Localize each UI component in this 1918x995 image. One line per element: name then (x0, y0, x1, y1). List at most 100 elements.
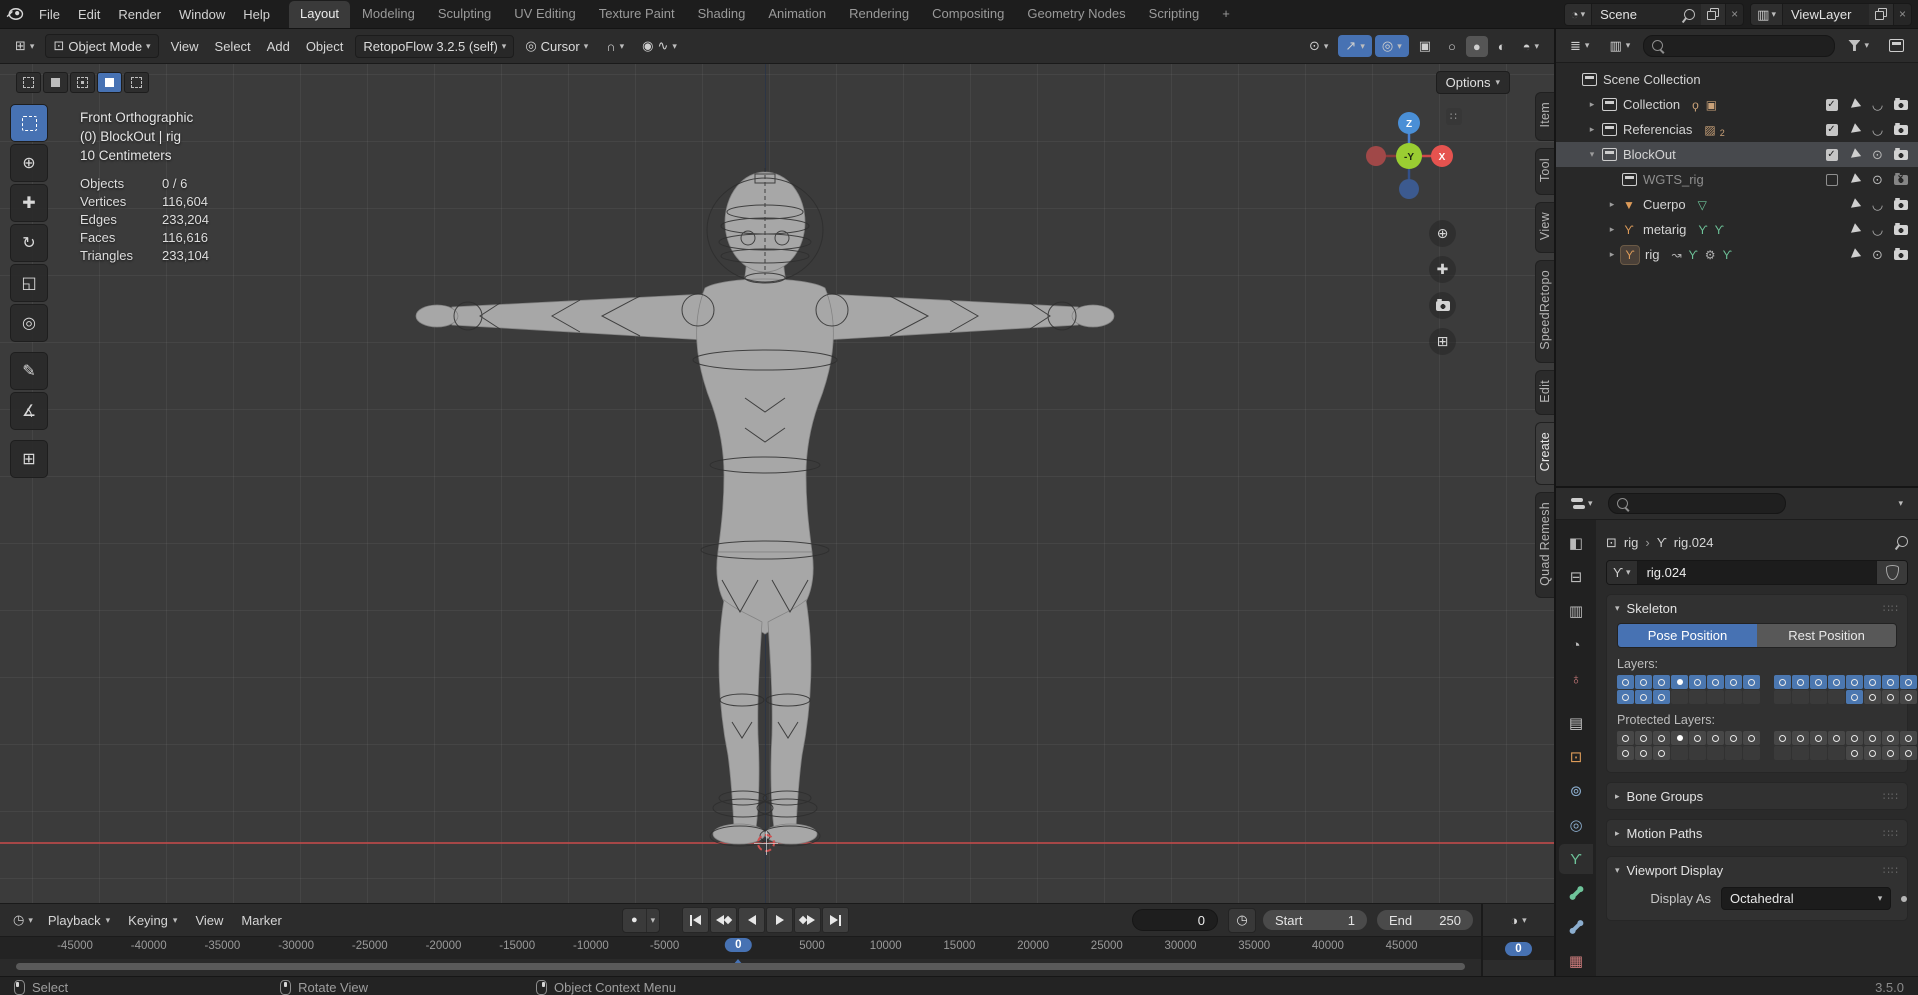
menu-window[interactable]: Window (170, 7, 234, 22)
layer-cell[interactable] (1689, 746, 1706, 760)
viewport-menu-add[interactable]: Add (259, 36, 298, 57)
tool-rotate[interactable]: ↻ (10, 224, 48, 262)
workspace-tab-animation[interactable]: Animation (757, 1, 837, 28)
properties-tab-scene[interactable]: ◔ (1559, 630, 1593, 660)
pin-id-button[interactable] (1894, 533, 1911, 550)
panel-grip-icon[interactable]: ∷∷ (1883, 827, 1899, 840)
scene-browse-button[interactable]: ◔ ▾ (1564, 3, 1593, 25)
layer-cell[interactable] (1810, 675, 1827, 689)
toggle-pointer[interactable] (1843, 122, 1866, 137)
datablock-name-field[interactable]: rig.024 (1637, 561, 1876, 584)
layer-cell[interactable] (1828, 746, 1845, 760)
viewport-display-header[interactable]: ▾ Viewport Display ∷∷ (1607, 857, 1907, 883)
shading-rendered-button[interactable]: ◓ ▾ (1516, 36, 1546, 57)
ruler-tick[interactable]: 20000 (1017, 940, 1049, 952)
layer-cell[interactable] (1846, 690, 1863, 704)
add-workspace-button[interactable]: + (1211, 1, 1241, 28)
workspace-tab-modeling[interactable]: Modeling (351, 1, 426, 28)
toggle-pointer[interactable] (1843, 222, 1866, 237)
layer-cell[interactable] (1671, 690, 1688, 704)
play-button[interactable] (766, 907, 793, 933)
layer-cell[interactable] (1635, 731, 1652, 745)
ruler-tick[interactable]: -15000 (499, 940, 535, 952)
select-mode-invert[interactable] (97, 72, 122, 93)
properties-tab-collection[interactable]: ▤ (1559, 708, 1593, 738)
breadcrumb-object[interactable]: rig (1624, 535, 1638, 550)
layer-cell[interactable] (1792, 690, 1809, 704)
viewlayer-name[interactable]: ViewLayer (1783, 7, 1869, 22)
toggle-pointer[interactable] (1843, 97, 1866, 112)
axis-neg-x[interactable] (1366, 146, 1386, 166)
layer-cell[interactable] (1707, 675, 1724, 689)
layer-cell[interactable] (1900, 675, 1917, 689)
toggle-camera[interactable] (1889, 197, 1912, 210)
workspace-tab-layout[interactable]: Layout (289, 1, 351, 28)
toggle-pointer[interactable] (1843, 147, 1866, 162)
ruler-tick[interactable]: 45000 (1386, 940, 1418, 952)
workspace-tab-geometry-nodes[interactable]: Geometry Nodes (1016, 1, 1136, 28)
navigation-gizmo[interactable]: Z X -Y (1363, 110, 1455, 202)
retopoflow-dropdown[interactable]: RetopoFlow 3.2.5 (self) ▾ (355, 34, 515, 58)
shading-wireframe-button[interactable]: ○ (1441, 36, 1463, 57)
ruler-tick[interactable]: 15000 (943, 940, 975, 952)
layer-cell[interactable] (1653, 746, 1670, 760)
expand-toggle-icon[interactable]: ▸ (1604, 249, 1620, 260)
outliner-display-mode-dropdown[interactable]: ▥ ▾ (1602, 35, 1637, 57)
toggle-camera[interactable] (1889, 147, 1912, 160)
ruler-tick[interactable]: 5000 (799, 940, 825, 952)
jump-to-end-button[interactable] (822, 907, 849, 933)
layer-cell[interactable] (1810, 746, 1827, 760)
properties-tab-object-data[interactable]: ϒ (1559, 844, 1593, 874)
outliner-row-rig[interactable]: ▸ ϒrig ↝ ϒ ⚙ ϒ ⊙ (1556, 242, 1918, 267)
sidebar-tab-tool[interactable]: Tool (1535, 147, 1554, 195)
layer-cell[interactable] (1846, 675, 1863, 689)
layer-cell[interactable] (1707, 690, 1724, 704)
remove-viewlayer-button[interactable]: × (1894, 7, 1911, 21)
layer-cell[interactable] (1828, 675, 1845, 689)
sidebar-tab-speedretopo[interactable]: SpeedRetopo (1535, 259, 1554, 363)
layer-cell[interactable] (1635, 690, 1652, 704)
toggle-eye-open[interactable]: ⊙ (1866, 172, 1889, 188)
properties-tab-object-constraints[interactable]: ◎ (1559, 810, 1593, 840)
expand-toggle-icon[interactable]: ▸ (1604, 199, 1620, 210)
ruler-tick[interactable]: -5000 (650, 940, 679, 952)
panel-header[interactable]: ▸ Motion Paths ∷∷ (1607, 820, 1907, 846)
layer-cell[interactable] (1900, 746, 1917, 760)
layer-cell[interactable] (1828, 731, 1845, 745)
tool-measure[interactable]: ∡ (10, 392, 48, 430)
ruler-tick[interactable]: -30000 (278, 940, 314, 952)
keying-settings-dropdown[interactable]: ▾ (645, 908, 660, 932)
workspace-tab-scripting[interactable]: Scripting (1138, 1, 1211, 28)
outliner-editor-type-button[interactable]: ≣ ▾ (1563, 35, 1596, 57)
ruler-tick[interactable]: -45000 (57, 940, 93, 952)
toggle-check[interactable]: ✓ (1820, 98, 1843, 111)
layer-cell[interactable] (1689, 675, 1706, 689)
menu-file[interactable]: File (30, 7, 69, 22)
layer-cell[interactable] (1882, 746, 1899, 760)
toggle-eye-closed[interactable]: ◡ (1866, 197, 1889, 213)
panel-grip-icon[interactable]: ∷∷ (1883, 602, 1899, 615)
options-dropdown[interactable]: Options ▾ (1435, 71, 1510, 94)
toggle-eye-closed[interactable]: ◡ (1866, 122, 1889, 138)
viewport-menu-select[interactable]: Select (207, 36, 259, 57)
layer-cell[interactable] (1671, 731, 1688, 745)
layer-cell[interactable] (1743, 675, 1760, 689)
properties-tab-texture[interactable]: ▦ (1559, 946, 1593, 976)
ruler-tick[interactable]: -25000 (352, 940, 388, 952)
frame-start-field[interactable]: Start 1 (1262, 909, 1368, 931)
layer-cell[interactable] (1617, 731, 1634, 745)
properties-tab-world[interactable]: ♁ (1559, 664, 1593, 694)
camera-view-button[interactable] (1429, 292, 1456, 319)
ruler-tick[interactable]: 25000 (1091, 940, 1123, 952)
layer-cell[interactable] (1792, 746, 1809, 760)
layer-cell[interactable] (1653, 731, 1670, 745)
toggle-check[interactable]: ✓ (1820, 148, 1843, 161)
layer-cell[interactable] (1689, 731, 1706, 745)
unlink-scene-button[interactable]: × (1726, 7, 1743, 21)
workspace-tab-rendering[interactable]: Rendering (838, 1, 920, 28)
new-scene-button[interactable] (1701, 3, 1727, 25)
toggle-eye-closed[interactable]: ◡ (1866, 222, 1889, 238)
toggle-check[interactable]: ✓ (1820, 123, 1843, 136)
layer-cell[interactable] (1725, 690, 1742, 704)
shading-material-button[interactable]: ◐ (1491, 36, 1513, 57)
